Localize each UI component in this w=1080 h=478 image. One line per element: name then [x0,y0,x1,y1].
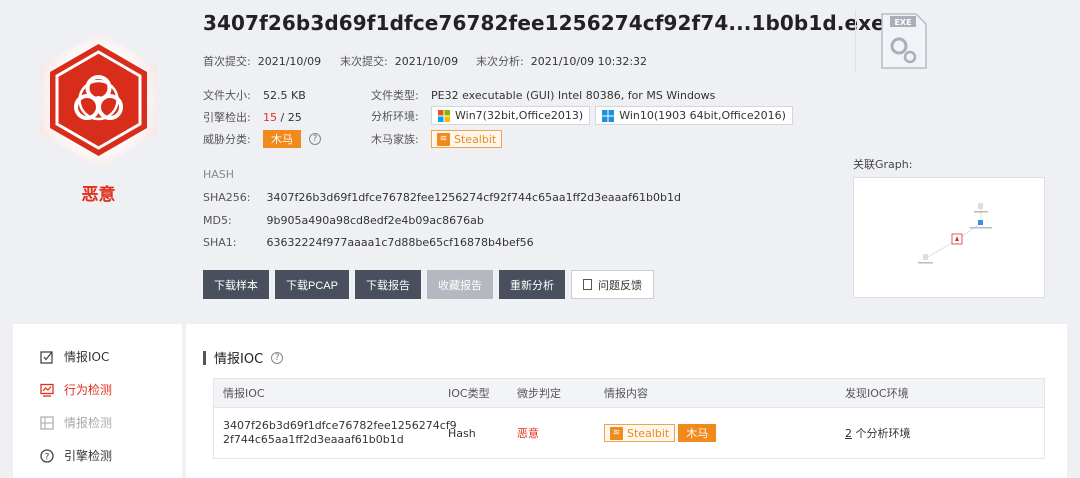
report-sidebar: 情报IOC 行为检测 情报检测 ? 引擎检测 [13,324,182,478]
column-header: 微步判定 [517,387,561,400]
env-count-link[interactable]: 2 [845,427,852,440]
verdict-label: 恶意 [81,185,116,205]
relation-graph[interactable] [853,177,1045,298]
monitor-chart-icon [40,383,54,397]
layers-icon: ≋ [437,132,450,146]
reanalyze-button[interactable]: 重新分析 [498,270,565,299]
relation-graph-canvas [918,203,992,264]
sha1-row: SHA1: 63632224f977aaaa1c7d88be65cf16878b… [203,236,534,249]
action-buttons: 下载样本 下载PCAP 下载报告 收藏报告 重新分析 问题反馈 [203,270,660,299]
windows10-icon [602,109,615,122]
download-sample-button[interactable]: 下载样本 [203,270,269,299]
graph-node [923,254,928,260]
file-name-title: 3407f26b3d69f1dfce76782fee1256274cf92f74… [203,11,885,35]
file-size: 文件大小: 52.5 KB [203,88,306,103]
md5-row: MD5: 9b905a490a98cd8edf2e4b09ac8676ab [203,214,484,227]
first-submit: 首次提交: 2021/10/09 [203,55,322,68]
report-header: 恶意 3407f26b3d69f1dfce76782fee1256274cf92… [0,0,1080,318]
document-icon [582,279,592,290]
last-submit: 末次提交: 2021/10/09 [340,55,459,68]
sha1-value: 63632224f977aaaa1c7d88be65cf16878b4bef56 [266,236,534,249]
malicious-badge [36,30,161,170]
help-icon[interactable]: ? [271,351,284,364]
sidebar-item-ioc[interactable]: 情报IOC [40,348,109,365]
download-report-button[interactable]: 下载报告 [354,270,421,299]
md5-value: 9b905a490a98cd8edf2e4b09ac8676ab [266,214,484,227]
engine-detected-count: 15 [263,110,277,124]
engine-detection: 引擎检出: 15 / 25 [203,110,302,125]
ioc-table: 情报IOC IOC类型 微步判定 情报内容 发现IOC环境 3407f26b3d… [213,378,1045,459]
file-size-value: 52.5 KB [263,88,306,102]
file-type-value: PE32 executable (GUI) Intel 80386, for M… [431,88,716,102]
engine-total: / 25 [280,110,302,124]
feedback-button[interactable]: 问题反馈 [570,270,654,299]
title-accent-bar [203,350,206,365]
column-header: 发现IOC环境 [845,387,909,400]
column-header: 情报内容 [604,387,648,400]
env-tag-win7[interactable]: Win7(32bit,Office2013) [431,106,591,125]
divider [855,10,856,72]
favorite-report-button[interactable]: 收藏报告 [426,270,493,299]
exe-file-icon: EXE [880,12,928,70]
column-header: 情报IOC [223,387,265,400]
ioc-judgement: 恶意 [517,427,539,440]
graph-label: 关联Graph: [853,158,913,171]
table-row: 3407f26b3d69f1dfce76782fee1256274cf9 2f7… [214,408,1044,458]
ioc-type: Hash [448,426,476,440]
download-pcap-button[interactable]: 下载PCAP [275,270,349,299]
ioc-section-title: 情报IOC ? [203,348,284,367]
svg-text:?: ? [45,452,50,462]
first-submit-value: 2021/10/09 [257,55,322,68]
help-icon[interactable]: ? [309,133,321,145]
trojan-family: 木马家族: ≋ Stealbit [371,130,503,148]
sidebar-item-behavior[interactable]: 行为检测 [40,381,112,398]
hash-title: HASH [203,168,235,181]
grid-icon [40,415,54,430]
file-type: 文件类型: PE32 executable (GUI) Intel 80386,… [371,88,716,103]
windows-xp-icon [438,109,450,122]
graph-node [978,203,983,209]
sidebar-item-engine[interactable]: ? 引擎检测 [40,447,112,464]
question-circle-icon: ? [40,448,54,463]
family-tag[interactable]: ≋ Stealbit [431,130,503,148]
ioc-env: 2 个分析环境 [845,427,911,440]
threat-class: 威胁分类: 木马 ? [203,130,321,148]
last-analysis-value: 2021/10/09 10:32:32 [530,55,648,68]
graph-node [978,220,983,225]
edit-check-icon [40,350,54,364]
table-header: 情报IOC IOC类型 微步判定 情报内容 发现IOC环境 [214,379,1044,408]
threat-tag: 木马 [263,130,301,148]
ioc-intel-tags: ≋ Stealbit 木马 [604,424,717,442]
analysis-env: 分析环境: Win7(32bit,Office2013) Win10(1903 … [371,106,798,125]
env-tag-win10[interactable]: Win10(1903 64bit,Office2016) [595,106,793,125]
exe-icon-text: EXE [894,18,911,27]
ioc-value[interactable]: 3407f26b3d69f1dfce76782fee1256274cf9 2f7… [223,419,457,447]
last-submit-value: 2021/10/09 [394,55,459,68]
threat-tag: 木马 [678,424,717,442]
sha256-value: 3407f26b3d69f1dfce76782fee1256274cf92f74… [266,191,681,204]
last-analysis: 末次分析: 2021/10/09 10:32:32 [476,55,648,68]
layers-icon: ≋ [610,426,623,440]
biohazard-hexagon-icon [40,32,157,168]
sha256-row: SHA256: 3407f26b3d69f1dfce76782fee125627… [203,191,681,204]
sidebar-item-intel[interactable]: 情报检测 [40,414,112,431]
family-tag[interactable]: ≋ Stealbit [604,424,676,442]
ioc-panel: 情报IOC ? 情报IOC IOC类型 微步判定 情报内容 发现IOC环境 34… [186,324,1067,478]
column-header: IOC类型 [448,387,490,400]
